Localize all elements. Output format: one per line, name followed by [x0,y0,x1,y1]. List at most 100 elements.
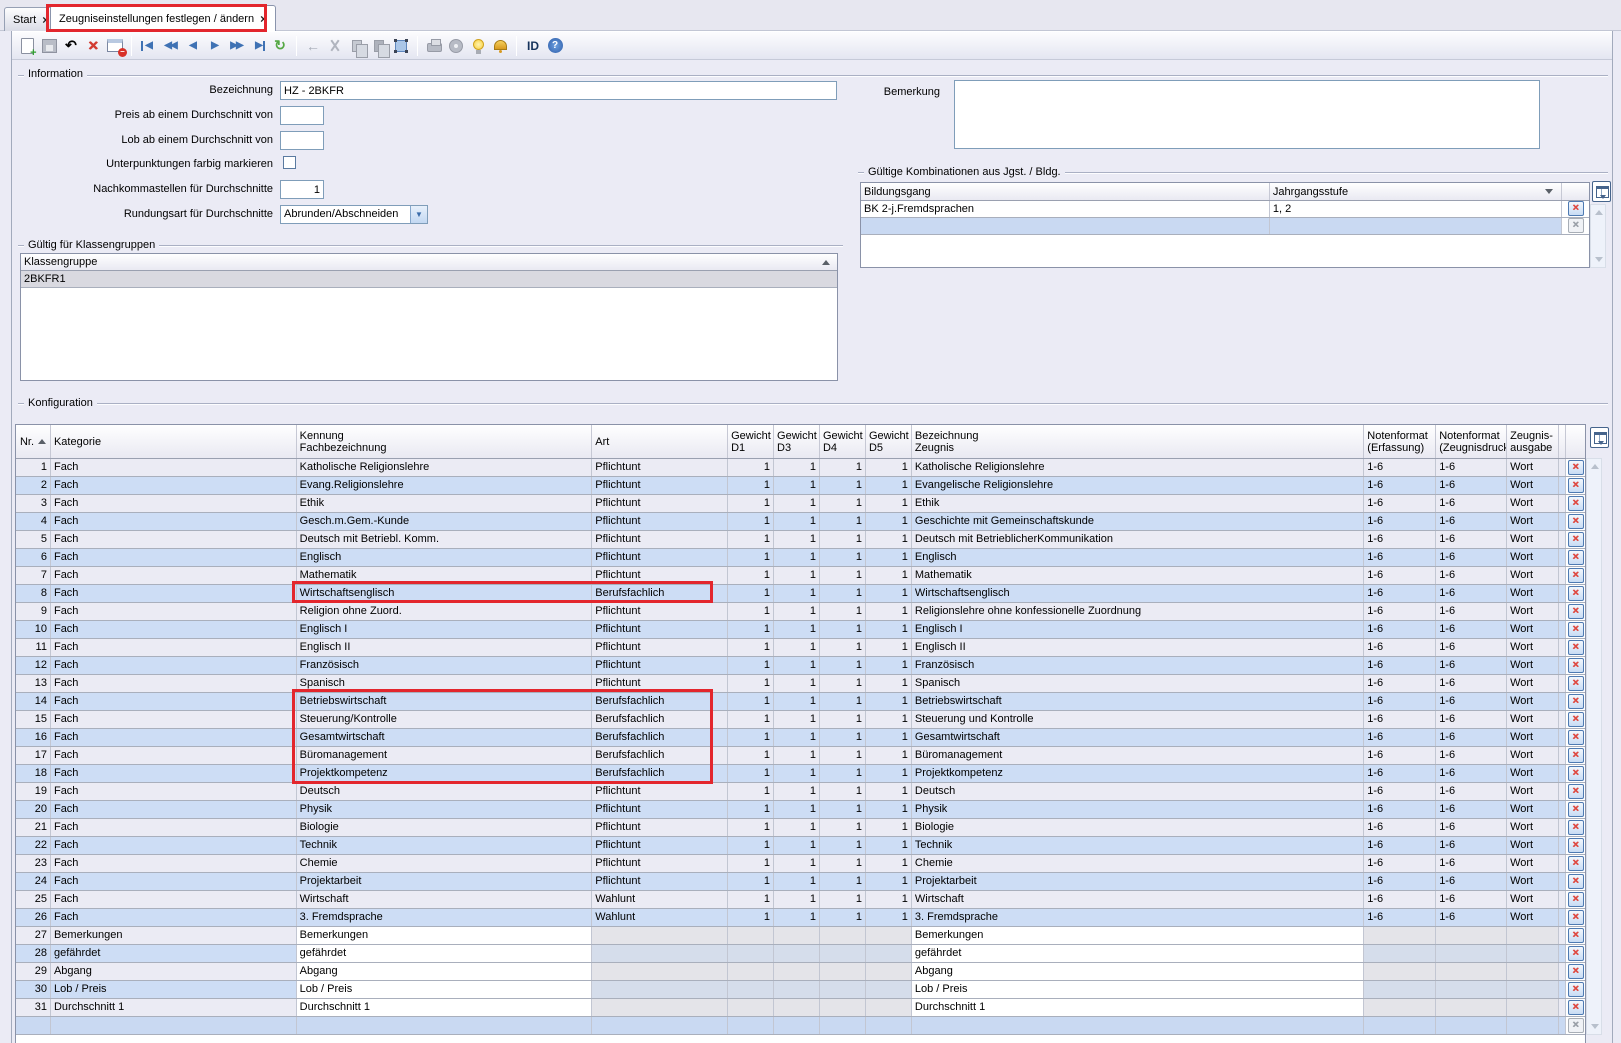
cell-notenformat-erfassung[interactable]: 1-6 [1364,747,1436,764]
cell-notenformat-zeugnisdruck[interactable] [1436,1017,1507,1034]
cell-kategorie[interactable]: Fach [51,711,297,728]
kombination-row[interactable]: BK 2-j.Fremdsprachen1, 2× [861,201,1589,218]
cell-zeugnisausgabe[interactable]: Wort [1507,765,1559,782]
cell-bezeichnung-zeugnis[interactable]: Biologie [912,819,1364,836]
cell-gewicht-d4[interactable]: 1 [820,747,866,764]
cell-zeugnisausgabe[interactable] [1507,927,1559,944]
cell-gewicht-d3[interactable]: 1 [774,657,820,674]
config-row[interactable]: 27BemerkungenBemerkungenBemerkungen× [16,927,1585,945]
cell-notenformat-erfassung[interactable]: 1-6 [1364,711,1436,728]
config-row[interactable]: 21FachBiologiePflichtunt1111Biologie1-61… [16,819,1585,837]
delete-row-button[interactable]: × [1568,496,1584,511]
toolbar-button-print[interactable] [424,36,444,56]
delete-row-button[interactable]: × [1568,622,1584,637]
cell-notenformat-erfassung[interactable]: 1-6 [1364,891,1436,908]
cell-notenformat-erfassung[interactable]: 1-6 [1364,567,1436,584]
cell-gewicht-d5[interactable]: 1 [866,819,912,836]
cell-bezeichnung-zeugnis[interactable]: Durchschnitt 1 [912,999,1364,1016]
cell-gewicht-d4[interactable]: 1 [820,459,866,476]
cell-notenformat-erfassung[interactable]: 1-6 [1364,657,1436,674]
cell-notenformat-zeugnisdruck[interactable] [1436,963,1507,980]
cell-kennung[interactable]: Katholische Religionslehre [297,459,593,476]
cell-notenformat-zeugnisdruck[interactable]: 1-6 [1436,747,1507,764]
config-row[interactable]: 10FachEnglisch IPflichtunt1111Englisch I… [16,621,1585,639]
cell-kategorie[interactable]: Fach [51,477,297,494]
cell-art[interactable] [592,927,728,944]
cell-zeugnisausgabe[interactable]: Wort [1507,639,1559,656]
cell-gewicht-d4[interactable]: 1 [820,801,866,818]
cell-art[interactable]: Wahlunt [592,909,728,926]
cell-bezeichnung-zeugnis[interactable]: Spanisch [912,675,1364,692]
cell-gewicht-d1[interactable] [728,1017,774,1034]
cell-gewicht-d4[interactable]: 1 [820,639,866,656]
delete-row-button[interactable]: × [1568,946,1584,961]
cell-notenformat-zeugnisdruck[interactable]: 1-6 [1436,711,1507,728]
cell-gewicht-d3[interactable]: 1 [774,747,820,764]
cell-notenformat-zeugnisdruck[interactable]: 1-6 [1436,549,1507,566]
delete-row-button[interactable]: × [1568,982,1584,997]
cell-gewicht-d3[interactable]: 1 [774,873,820,890]
cell-gewicht-d5[interactable]: 1 [866,657,912,674]
header-gewicht-d3[interactable]: Gewicht D3 [774,425,820,458]
cell-bezeichnung-zeugnis[interactable]: Wirtschaft [912,891,1364,908]
cell-kennung[interactable]: Projektarbeit [297,873,593,890]
cell-gewicht-d1[interactable]: 1 [728,531,774,548]
cell-notenformat-zeugnisdruck[interactable]: 1-6 [1436,783,1507,800]
cell-kategorie[interactable]: Fach [51,855,297,872]
cell-zeugnisausgabe[interactable]: Wort [1507,459,1559,476]
cell-gewicht-d1[interactable]: 1 [728,477,774,494]
cell-notenformat-zeugnisdruck[interactable]: 1-6 [1436,477,1507,494]
nr-sort-asc-icon[interactable] [38,439,46,444]
cell-gewicht-d5[interactable]: 1 [866,477,912,494]
cell-bezeichnung-zeugnis[interactable]: Mathematik [912,567,1364,584]
header-kategorie[interactable]: Kategorie [51,425,297,458]
cell-notenformat-zeugnisdruck[interactable]: 1-6 [1436,837,1507,854]
config-row[interactable]: 26Fach3. FremdspracheWahlunt11113. Fremd… [16,909,1585,927]
cell-notenformat-erfassung[interactable]: 1-6 [1364,495,1436,512]
toolbar-button-nav-next-fast[interactable]: ▶▶ [226,36,246,56]
toolbar-button-back-arrow[interactable]: ← [303,36,323,56]
delete-row-button[interactable]: × [1568,568,1584,583]
config-row[interactable]: 30Lob / PreisLob / PreisLob / Preis× [16,981,1585,999]
header-gewicht-d5[interactable]: Gewicht D5 [866,425,912,458]
cell-bezeichnung-zeugnis[interactable]: Evangelische Religionslehre [912,477,1364,494]
toolbar-button-nav-prev-fast[interactable]: ◀◀ [160,36,180,56]
config-row[interactable]: 31Durchschnitt 1Durchschnitt 1Durchschni… [16,999,1585,1017]
cell-gewicht-d1[interactable]: 1 [728,783,774,800]
cell-notenformat-erfassung[interactable] [1364,963,1436,980]
cell-nr[interactable]: 20 [16,801,51,818]
cell-notenformat-erfassung[interactable]: 1-6 [1364,837,1436,854]
toolbar-button-id-button[interactable]: ID [523,36,543,56]
cell-gewicht-d1[interactable]: 1 [728,621,774,638]
config-row[interactable]: 23FachChemiePflichtunt1111Chemie1-61-6Wo… [16,855,1585,873]
cell-gewicht-d3[interactable] [774,981,820,998]
cell-gewicht-d4[interactable]: 1 [820,855,866,872]
delete-row-button[interactable]: × [1568,676,1584,691]
cell-gewicht-d3[interactable] [774,963,820,980]
cell-nr[interactable]: 29 [16,963,51,980]
delete-row-button[interactable]: × [1568,460,1584,475]
cell-art[interactable]: Pflichtunt [592,477,728,494]
rundungsart-dropdown-arrow-icon[interactable]: ▼ [410,206,427,223]
cell-zeugnisausgabe[interactable]: Wort [1507,675,1559,692]
cell-gewicht-d1[interactable]: 1 [728,639,774,656]
cell-notenformat-zeugnisdruck[interactable]: 1-6 [1436,909,1507,926]
cell-kennung[interactable]: Abgang [297,963,593,980]
cell-bezeichnung-zeugnis[interactable]: Projektarbeit [912,873,1364,890]
cell-kategorie[interactable]: Fach [51,603,297,620]
cell-gewicht-d5[interactable]: 1 [866,531,912,548]
cell-kategorie[interactable] [51,1017,297,1034]
cell-zeugnisausgabe[interactable]: Wort [1507,693,1559,710]
cell-nr[interactable]: 30 [16,981,51,998]
cell-klassengruppe[interactable]: 2BKFR1 [21,271,837,287]
cell-zeugnisausgabe[interactable]: Wort [1507,711,1559,728]
cell-art[interactable]: Pflichtunt [592,621,728,638]
cell-gewicht-d4[interactable]: 1 [820,873,866,890]
cell-kategorie[interactable]: Lob / Preis [51,981,297,998]
cell-gewicht-d5[interactable]: 1 [866,585,912,602]
cell-kategorie[interactable]: Fach [51,693,297,710]
cell-gewicht-d3[interactable]: 1 [774,603,820,620]
cell-zeugnisausgabe[interactable] [1507,945,1559,962]
cell-nr[interactable]: 11 [16,639,51,656]
cell-gewicht-d4[interactable]: 1 [820,711,866,728]
